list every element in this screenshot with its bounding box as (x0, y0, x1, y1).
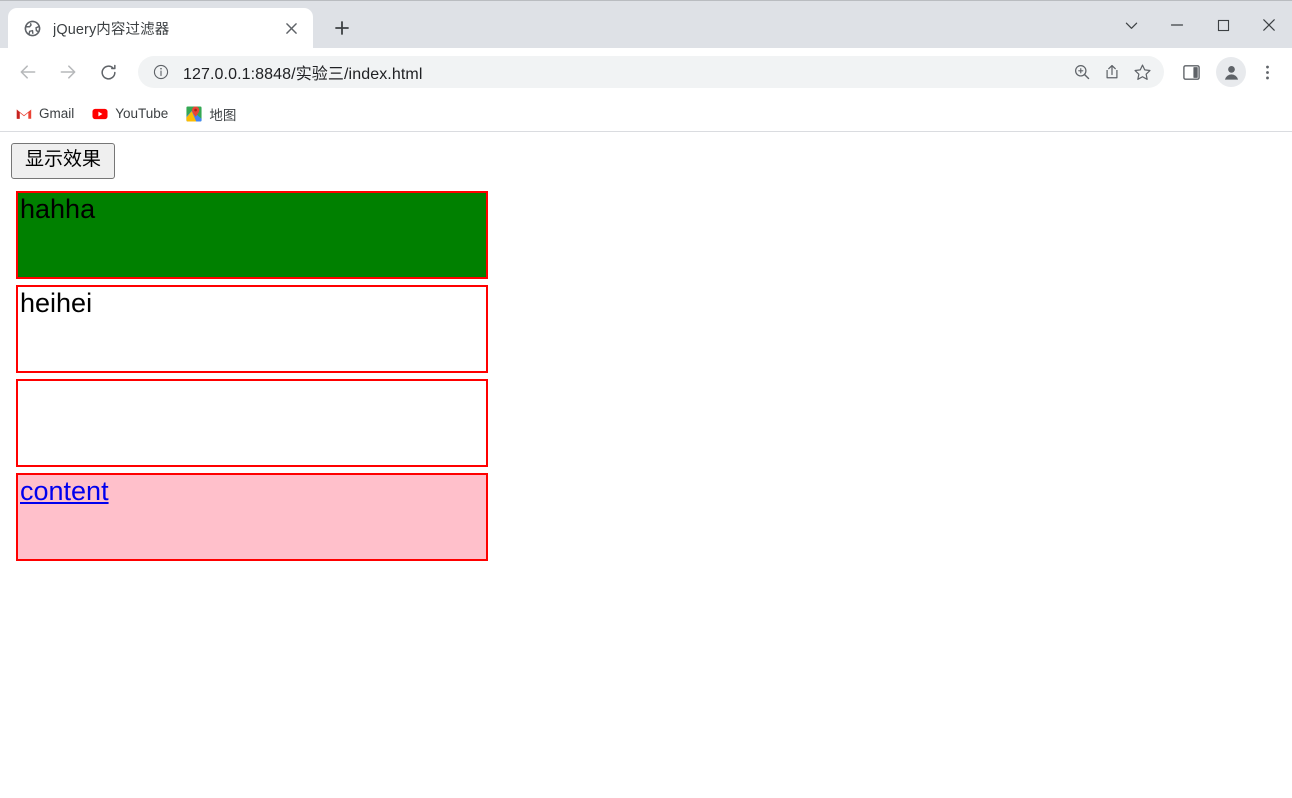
content-box-3 (16, 378, 488, 467)
bookmark-maps[interactable]: 地图 (178, 101, 244, 127)
site-info-icon[interactable] (151, 62, 171, 82)
reload-button[interactable] (91, 55, 125, 89)
content-box-4: content (16, 472, 488, 561)
omnibox-actions (1066, 58, 1156, 86)
content-box-list: hahha heihei content (8, 190, 1284, 561)
content-box-text: heihei (20, 287, 93, 318)
page-viewport: 显示效果 hahha heihei content (0, 132, 1292, 798)
url-text[interactable]: 127.0.0.1:8848/实验三/index.html (183, 60, 1066, 84)
address-bar[interactable]: 127.0.0.1:8848/实验三/index.html (138, 56, 1164, 88)
bookmark-label: Gmail (39, 106, 75, 121)
content-box-text: hahha (20, 193, 96, 224)
bookmark-gmail[interactable]: Gmail (8, 101, 82, 127)
side-panel-icon[interactable] (1174, 55, 1208, 89)
page-body: 显示效果 hahha heihei content (0, 132, 1292, 575)
browser-toolbar: 127.0.0.1:8848/实验三/index.html (0, 48, 1292, 96)
bookmark-youtube[interactable]: YouTube (84, 101, 176, 127)
gmail-icon (16, 106, 32, 122)
star-icon[interactable] (1128, 58, 1156, 86)
close-tab-icon[interactable] (279, 16, 303, 40)
globe-icon (24, 20, 41, 37)
bookmark-label: YouTube (115, 106, 169, 121)
tab-search-icon[interactable] (1108, 1, 1154, 49)
bookmark-label: 地图 (209, 107, 237, 123)
close-window-icon[interactable] (1246, 1, 1292, 49)
bookmarks-bar: Gmail YouTube 地图 (0, 96, 1292, 132)
share-icon[interactable] (1098, 58, 1126, 86)
maximize-icon[interactable] (1200, 1, 1246, 49)
content-box-2: heihei (16, 284, 488, 373)
tab-strip: jQuery内容过滤器 (0, 0, 1292, 48)
three-dot-menu-icon[interactable] (1250, 55, 1284, 89)
minimize-icon[interactable] (1154, 1, 1200, 49)
window-controls (1108, 1, 1292, 49)
youtube-icon (92, 106, 108, 122)
profile-avatar[interactable] (1216, 57, 1246, 87)
back-button[interactable] (11, 55, 45, 89)
zoom-in-icon[interactable] (1068, 58, 1096, 86)
new-tab-button[interactable] (327, 13, 357, 43)
browser-window: jQuery内容过滤器 127.0.0.1:8848/实验三/index.htm… (0, 0, 1292, 798)
show-effect-button[interactable]: 显示效果 (11, 143, 116, 179)
tab-title: jQuery内容过滤器 (53, 21, 170, 38)
browser-tab-active[interactable]: jQuery内容过滤器 (8, 8, 313, 48)
forward-button[interactable] (51, 55, 85, 89)
google-maps-icon (186, 105, 202, 122)
content-box-1: hahha (16, 190, 488, 279)
content-link[interactable]: content (20, 476, 109, 507)
